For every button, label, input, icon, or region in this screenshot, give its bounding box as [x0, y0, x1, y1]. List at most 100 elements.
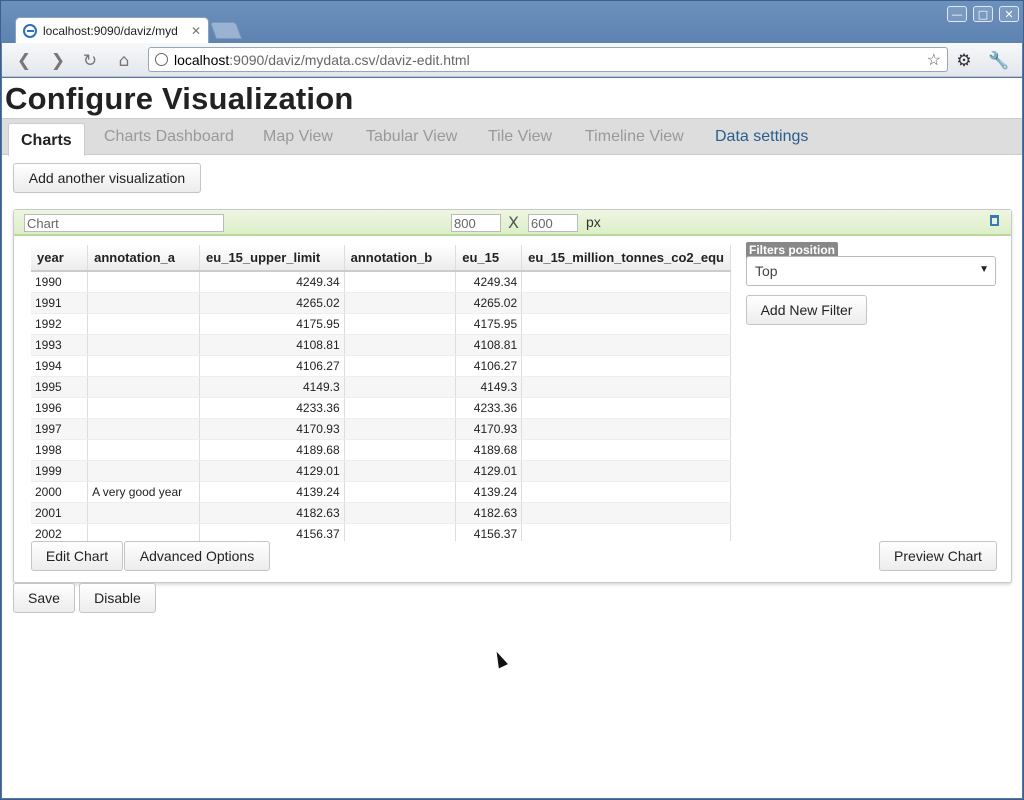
- reload-icon[interactable]: ↻: [80, 51, 100, 71]
- table-cell[interactable]: [344, 376, 457, 398]
- table-cell[interactable]: [521, 418, 731, 440]
- table-cell[interactable]: 4129.01: [199, 460, 345, 482]
- table-cell[interactable]: 1995: [31, 376, 89, 398]
- table-cell[interactable]: 1992: [31, 313, 89, 335]
- column-header[interactable]: eu_15_million_tonnes_co2_equ: [521, 245, 731, 272]
- table-cell[interactable]: 4106.27: [199, 355, 345, 377]
- table-cell[interactable]: [87, 502, 201, 524]
- data-grid[interactable]: year annotation_a eu_15_upper_limit annotat…: [31, 245, 731, 541]
- filters-position-select[interactable]: Top ▼: [746, 256, 996, 286]
- tab-tile-view[interactable]: Tile View: [476, 119, 564, 155]
- table-cell[interactable]: [87, 376, 201, 398]
- table-cell[interactable]: A very good year: [87, 481, 201, 503]
- table-cell[interactable]: 1994: [31, 355, 89, 377]
- gear-icon[interactable]: ⚙: [954, 51, 974, 71]
- chart-name-input[interactable]: [24, 214, 224, 232]
- table-cell[interactable]: 2002: [31, 523, 89, 541]
- table-cell[interactable]: [344, 271, 457, 293]
- delete-chart-icon[interactable]: [990, 215, 999, 226]
- table-cell[interactable]: [521, 355, 731, 377]
- table-cell[interactable]: 4156.37: [199, 523, 345, 541]
- table-cell[interactable]: [344, 292, 457, 314]
- table-cell[interactable]: [344, 439, 457, 461]
- table-cell[interactable]: [87, 439, 201, 461]
- table-cell[interactable]: 4170.93: [455, 418, 523, 440]
- table-cell[interactable]: 4249.34: [199, 271, 345, 293]
- wrench-icon[interactable]: 🔧: [988, 51, 1009, 71]
- table-cell[interactable]: 4175.95: [199, 313, 345, 335]
- table-cell[interactable]: [87, 271, 201, 293]
- browser-tab[interactable]: localhost:9090/daviz/myd ✕: [15, 17, 209, 43]
- table-cell[interactable]: 4149.3: [455, 376, 523, 398]
- address-bar[interactable]: localhost :9090/daviz/mydata.csv/daviz-e…: [148, 47, 948, 72]
- table-cell[interactable]: 4249.34: [455, 271, 523, 293]
- close-tab-icon[interactable]: ✕: [191, 24, 201, 38]
- table-cell[interactable]: [344, 523, 457, 541]
- table-cell[interactable]: 2000: [31, 481, 89, 503]
- table-cell[interactable]: 1991: [31, 292, 89, 314]
- table-cell[interactable]: 4175.95: [455, 313, 523, 335]
- table-cell[interactable]: [87, 397, 201, 419]
- table-cell[interactable]: [87, 292, 201, 314]
- column-header[interactable]: annotation_b: [344, 245, 457, 272]
- table-cell[interactable]: 2001: [31, 502, 89, 524]
- table-cell[interactable]: 4149.3: [199, 376, 345, 398]
- table-cell[interactable]: [521, 334, 731, 356]
- table-cell[interactable]: [521, 502, 731, 524]
- table-cell[interactable]: [344, 460, 457, 482]
- table-cell[interactable]: [521, 439, 731, 461]
- table-cell[interactable]: 1996: [31, 397, 89, 419]
- table-cell[interactable]: 1997: [31, 418, 89, 440]
- disable-button[interactable]: Disable: [79, 583, 156, 613]
- table-cell[interactable]: [87, 523, 201, 541]
- table-cell[interactable]: [344, 397, 457, 419]
- table-cell[interactable]: [521, 523, 731, 541]
- advanced-options-button[interactable]: Advanced Options: [124, 541, 270, 571]
- maximize-window-icon[interactable]: □: [973, 6, 993, 22]
- close-window-icon[interactable]: ✕: [999, 6, 1019, 22]
- table-cell[interactable]: [344, 418, 457, 440]
- forward-icon[interactable]: ❯: [48, 51, 68, 71]
- table-cell[interactable]: 4139.24: [199, 481, 345, 503]
- tab-timeline-view[interactable]: Timeline View: [573, 119, 696, 155]
- table-cell[interactable]: [521, 376, 731, 398]
- column-header[interactable]: eu_15_upper_limit: [199, 245, 345, 272]
- table-cell[interactable]: 4189.68: [199, 439, 345, 461]
- add-new-filter-button[interactable]: Add New Filter: [746, 295, 867, 325]
- table-cell[interactable]: [521, 313, 731, 335]
- table-cell[interactable]: 4170.93: [199, 418, 345, 440]
- table-cell[interactable]: [344, 313, 457, 335]
- table-cell[interactable]: 4182.63: [455, 502, 523, 524]
- table-cell[interactable]: 4265.02: [455, 292, 523, 314]
- bookmark-star-icon[interactable]: ☆: [927, 50, 941, 70]
- table-cell[interactable]: [521, 292, 731, 314]
- save-button[interactable]: Save: [13, 583, 75, 613]
- table-cell[interactable]: 4108.81: [455, 334, 523, 356]
- table-cell[interactable]: [521, 397, 731, 419]
- table-cell[interactable]: [521, 271, 731, 293]
- table-cell[interactable]: 4233.36: [199, 397, 345, 419]
- tab-tabular-view[interactable]: Tabular View: [354, 119, 469, 155]
- column-header[interactable]: year: [31, 245, 89, 272]
- column-header[interactable]: annotation_a: [87, 245, 201, 272]
- chart-width-input[interactable]: [451, 214, 501, 232]
- table-cell[interactable]: 1998: [31, 439, 89, 461]
- table-cell[interactable]: [344, 481, 457, 503]
- table-cell[interactable]: 4182.63: [199, 502, 345, 524]
- table-cell[interactable]: 4106.27: [455, 355, 523, 377]
- table-cell[interactable]: [87, 418, 201, 440]
- minimize-window-icon[interactable]: —: [947, 6, 967, 22]
- add-visualization-button[interactable]: Add another visualization: [13, 163, 201, 193]
- table-cell[interactable]: 1993: [31, 334, 89, 356]
- table-cell[interactable]: 1990: [31, 271, 89, 293]
- column-header[interactable]: eu_15: [455, 245, 523, 272]
- table-cell[interactable]: 4108.81: [199, 334, 345, 356]
- tab-map-view[interactable]: Map View: [251, 119, 345, 155]
- new-tab-button[interactable]: [209, 22, 243, 39]
- table-cell[interactable]: [87, 355, 201, 377]
- table-cell[interactable]: [87, 460, 201, 482]
- home-icon[interactable]: ⌂: [114, 51, 134, 71]
- table-cell[interactable]: 4129.01: [455, 460, 523, 482]
- table-cell[interactable]: 4189.68: [455, 439, 523, 461]
- table-cell[interactable]: [521, 481, 731, 503]
